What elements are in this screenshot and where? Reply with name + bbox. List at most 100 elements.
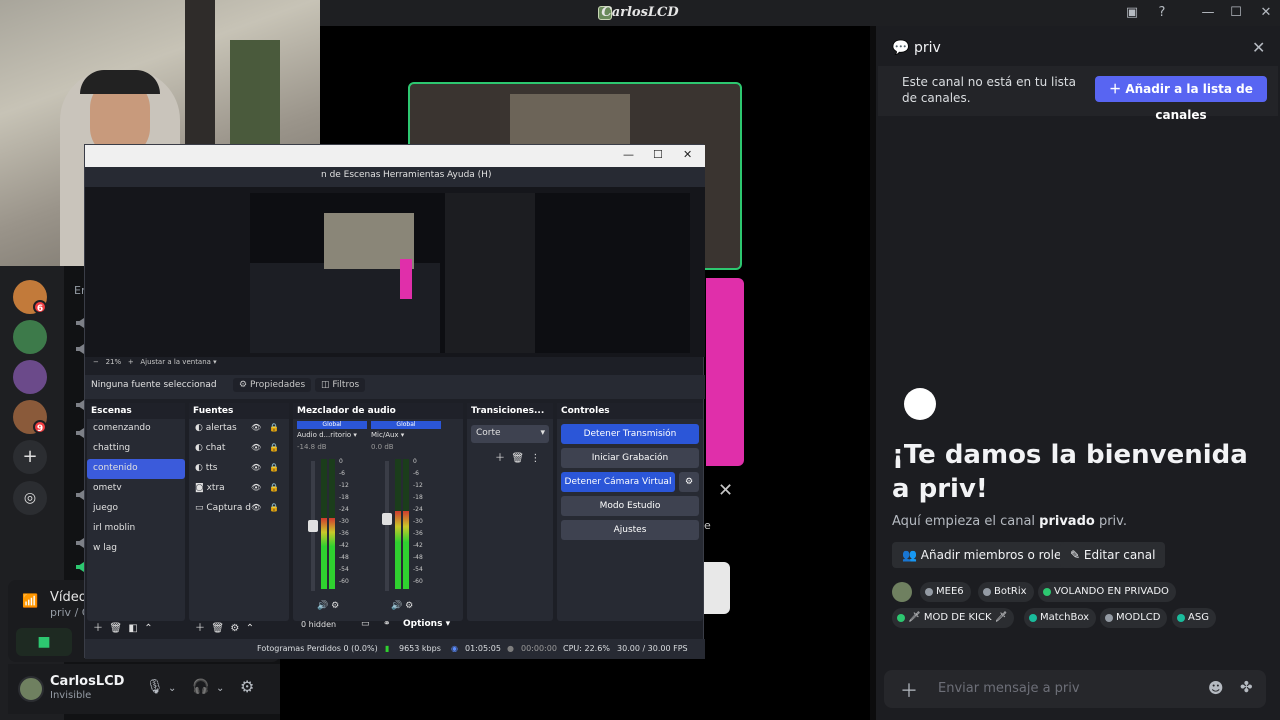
source-item[interactable]: ◐ chat 👁 🔒 xyxy=(189,439,289,459)
add-attachment-button[interactable]: ＋ xyxy=(900,677,918,703)
role-chip[interactable]: VOLANDO EN PRIVADO xyxy=(1038,582,1176,602)
speaker-icon[interactable]: 🔊 xyxy=(391,601,402,611)
apps-icon[interactable]: ✤ xyxy=(1240,678,1253,696)
inbox-icon[interactable]: ▣ xyxy=(1122,3,1142,23)
scene-item[interactable]: contenido xyxy=(87,459,185,479)
scene-item[interactable]: juego xyxy=(87,499,185,519)
add-members-button[interactable]: 👥 Añadir miembros o roles xyxy=(892,542,1078,568)
add-source-button[interactable]: ＋ xyxy=(195,623,205,634)
visibility-icon[interactable]: 👁 xyxy=(251,423,261,432)
help-icon[interactable]: ? xyxy=(1152,3,1172,23)
scene-filter-button[interactable]: ◧ xyxy=(128,623,137,634)
visibility-icon[interactable]: 👁 xyxy=(251,443,261,452)
close-icon[interactable]: ✕ xyxy=(718,480,733,501)
role-chip[interactable]: BotRix xyxy=(978,582,1034,602)
channel-settings-icon[interactable]: ⚙ xyxy=(405,601,413,611)
role-chip[interactable]: 🗡 MOD DE KICK 🗡 xyxy=(892,608,1015,628)
edit-channel-button[interactable]: ✎ Editar canal xyxy=(1060,542,1166,568)
chevron-down-icon[interactable]: ⌄ xyxy=(216,683,224,694)
stop-virtual-camera-button[interactable]: Detener Cámara Virtual xyxy=(561,472,675,492)
stop-streaming-button[interactable]: Detener Transmisión xyxy=(561,424,699,444)
server-icon[interactable] xyxy=(13,360,47,394)
source-settings-button[interactable]: ⚙ xyxy=(230,623,239,634)
minimize-button[interactable]: — xyxy=(1198,3,1218,23)
add-to-channel-list-button[interactable]: ＋ Añadir a la lista de canales xyxy=(1095,76,1267,122)
visibility-icon[interactable]: 👁 xyxy=(251,483,261,492)
studio-mode-button[interactable]: Modo Estudio xyxy=(561,496,699,516)
obs-maximize-button[interactable]: ☐ xyxy=(653,148,663,161)
stage-button-edge[interactable] xyxy=(702,562,730,614)
user-name[interactable]: CarlosLCD xyxy=(50,674,124,689)
speaker-icon[interactable]: 🔊 xyxy=(317,601,328,611)
zoom-fit-option[interactable]: Ajustar a la ventana xyxy=(140,358,211,366)
zoom-out-button[interactable]: − xyxy=(93,358,99,366)
volume-slider[interactable] xyxy=(308,461,318,591)
headphones-icon[interactable]: 🎧 xyxy=(192,679,209,695)
source-item[interactable]: ◐ alertas 👁 🔒 xyxy=(189,419,289,439)
avatar[interactable] xyxy=(892,582,912,602)
virtual-camera-settings-button[interactable]: ⚙ xyxy=(679,472,699,492)
gear-icon[interactable]: ⚙ xyxy=(240,677,254,696)
lock-icon[interactable]: 🔒 xyxy=(269,463,279,472)
lock-icon[interactable]: 🔒 xyxy=(269,503,279,512)
channel-settings-icon[interactable]: ⚙ xyxy=(331,601,339,611)
lock-icon[interactable]: 🔒 xyxy=(269,423,279,432)
scene-item[interactable]: comenzando xyxy=(87,419,185,439)
move-source-up-button[interactable]: ⌃ xyxy=(246,623,254,634)
add-server-button[interactable]: + xyxy=(13,440,47,474)
role-chip[interactable]: MEE6 xyxy=(920,582,971,602)
source-item[interactable]: ◐ tts 👁 🔒 xyxy=(189,459,289,479)
message-input[interactable]: Enviar mensaje a priv xyxy=(938,681,1080,696)
visibility-icon[interactable]: 👁 xyxy=(251,463,261,472)
mixer-advanced-icon[interactable]: ⚭ xyxy=(383,619,391,629)
role-chip[interactable]: ASG xyxy=(1172,608,1216,628)
slider-handle[interactable] xyxy=(308,519,318,532)
maximize-button[interactable]: ☐ xyxy=(1226,3,1246,23)
mixer-layout-icon[interactable]: ▭ xyxy=(361,619,370,629)
transition-select[interactable]: Corte ▾ xyxy=(471,425,549,443)
delete-transition-button[interactable]: 🗑 xyxy=(511,453,524,464)
menu-scenes[interactable]: n de Escenas xyxy=(321,170,380,180)
obs-close-button[interactable]: ✕ xyxy=(683,148,692,161)
add-transition-button[interactable]: ＋ xyxy=(495,453,505,464)
filters-button[interactable]: ◫ Filtros xyxy=(315,378,366,392)
role-chip[interactable]: MatchBox xyxy=(1024,608,1097,628)
obs-preview-canvas[interactable] xyxy=(250,193,690,353)
scene-item[interactable]: chatting xyxy=(87,439,185,459)
close-icon[interactable]: ✕ xyxy=(1252,38,1265,57)
scene-item[interactable]: w lag xyxy=(87,539,185,559)
visibility-icon[interactable]: 👁 xyxy=(251,503,261,512)
server-icon[interactable] xyxy=(13,320,47,354)
menu-help[interactable]: Ayuda (H) xyxy=(447,170,491,180)
channel-name-select[interactable]: Audio d...ritorio ▾ xyxy=(297,431,367,439)
close-window-button[interactable]: ✕ xyxy=(1256,3,1276,23)
preview-zoom-toolbar[interactable]: − 21% + Ajustar a la ventana ▾ xyxy=(93,358,217,366)
transition-menu-button[interactable]: ⋮ xyxy=(530,453,540,464)
delete-scene-button[interactable]: 🗑 xyxy=(109,623,122,634)
slider-handle[interactable] xyxy=(382,513,392,525)
scene-item[interactable]: irl moblin xyxy=(87,519,185,539)
start-recording-button[interactable]: Iniciar Grabación xyxy=(561,448,699,468)
obs-minimize-button[interactable]: — xyxy=(623,148,634,161)
hidden-count[interactable]: 0 hidden xyxy=(301,620,336,629)
add-scene-button[interactable]: ＋ xyxy=(93,623,103,634)
volume-slider[interactable] xyxy=(382,461,392,591)
settings-button[interactable]: Ajustes xyxy=(561,520,699,540)
source-item[interactable]: ▭ Captura d 👁 🔒 xyxy=(189,499,289,519)
scene-item[interactable]: ometv xyxy=(87,479,185,499)
explore-servers-button[interactable]: ◎ xyxy=(13,481,47,515)
camera-button[interactable]: ■ xyxy=(16,628,72,656)
emoji-icon[interactable]: ☻ xyxy=(1208,679,1224,697)
zoom-in-button[interactable]: + xyxy=(128,358,134,366)
mixer-options-button[interactable]: Options ▾ xyxy=(403,619,450,629)
move-up-button[interactable]: ⌃ xyxy=(144,623,152,634)
channel-name-select[interactable]: Mic/Aux ▾ xyxy=(371,431,441,439)
source-item[interactable]: ◙ xtra 👁 🔒 xyxy=(189,479,289,499)
microphone-icon[interactable]: 🎙 xyxy=(146,679,164,695)
properties-button[interactable]: ⚙ Propiedades xyxy=(233,378,312,392)
lock-icon[interactable]: 🔒 xyxy=(269,443,279,452)
delete-source-button[interactable]: 🗑 xyxy=(211,623,224,634)
role-chip[interactable]: MODLCD xyxy=(1100,608,1168,628)
lock-icon[interactable]: 🔒 xyxy=(269,483,279,492)
menu-tools[interactable]: Herramientas xyxy=(383,170,444,180)
